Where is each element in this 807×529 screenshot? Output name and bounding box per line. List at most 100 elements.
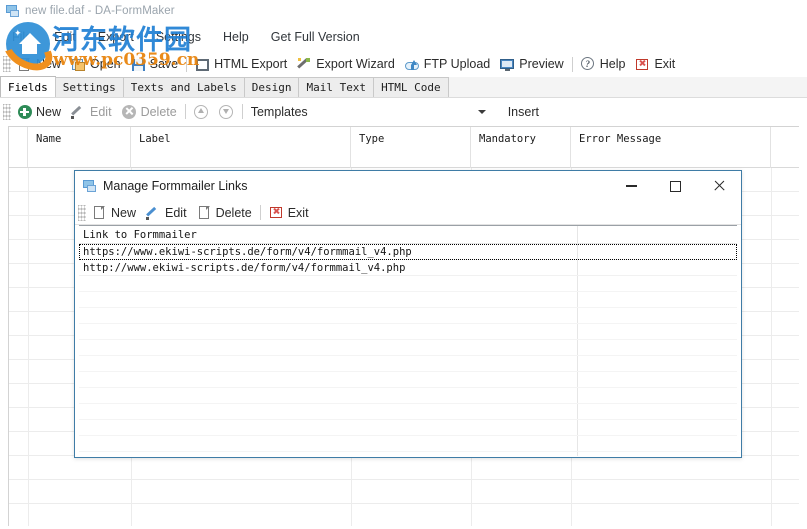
- minimize-button[interactable]: [609, 171, 653, 201]
- application-window: new file.daf - DA-FormMaker File Edit Ex…: [0, 0, 807, 529]
- list-item-empty[interactable]: [79, 420, 737, 436]
- close-button[interactable]: [697, 171, 741, 201]
- list-item-empty[interactable]: [79, 324, 737, 340]
- fields-toolbar-drag-handle[interactable]: [3, 103, 11, 120]
- dialog-delete-button[interactable]: Delete: [192, 203, 257, 222]
- list-item-empty[interactable]: [79, 436, 737, 452]
- list-item-empty[interactable]: [79, 308, 737, 324]
- toolbar-drag-handle[interactable]: [3, 56, 11, 72]
- fields-delete-label: Delete: [140, 104, 177, 119]
- fields-toolbar-separator: [184, 104, 186, 119]
- question-circle-icon: ?: [581, 57, 596, 72]
- menu-item-export[interactable]: Export: [87, 27, 145, 47]
- fields-edit-button[interactable]: Edit: [66, 102, 117, 121]
- dialog-exit-button[interactable]: Exit: [264, 203, 314, 222]
- maximize-icon: [669, 180, 681, 192]
- toolbar-help-label: Help: [599, 57, 626, 71]
- toolbar-help-button[interactable]: ? Help: [576, 55, 631, 74]
- toolbar-save-button[interactable]: Save: [126, 55, 184, 74]
- dialog-toolbar-separator: [259, 205, 261, 220]
- plus-circle-icon: [17, 104, 32, 119]
- toolbar-separator: [186, 56, 188, 72]
- fields-grid-column-label[interactable]: Label: [131, 127, 351, 168]
- list-item-empty[interactable]: [79, 356, 737, 372]
- tab-texts-and-labels[interactable]: Texts and Labels: [122, 77, 245, 97]
- main-tabstrip: Fields Settings Texts and Labels Design …: [0, 76, 807, 98]
- dialog-grid-header: Link to Formmailer: [79, 226, 737, 244]
- dialog-new-label: New: [111, 205, 137, 220]
- fields-grid-column-name[interactable]: Name: [28, 127, 131, 168]
- main-toolbar: New Open Save HTML Export Export Wizard …: [0, 52, 807, 76]
- toolbar-exit-button[interactable]: Exit: [630, 55, 680, 74]
- toolbar-exit-label: Exit: [654, 57, 676, 71]
- fields-grid-row-selector-column: [9, 127, 28, 167]
- fields-templates-dropdown[interactable]: [473, 108, 491, 116]
- dialog-edit-button[interactable]: Edit: [141, 203, 192, 222]
- table-row[interactable]: [9, 456, 799, 480]
- list-item-empty[interactable]: [79, 404, 737, 420]
- arrow-down-circle-icon: [219, 104, 234, 119]
- dialog-edit-label: Edit: [165, 205, 187, 220]
- menu-item-file[interactable]: File: [0, 27, 43, 47]
- fields-new-label: New: [36, 104, 62, 119]
- toolbar-open-button[interactable]: Open: [66, 55, 126, 74]
- table-row[interactable]: [9, 504, 799, 526]
- menu-item-edit[interactable]: Edit: [43, 27, 87, 47]
- arrow-up-circle-icon: [194, 104, 209, 119]
- dialog-grid-column-blank[interactable]: [581, 226, 585, 244]
- fields-new-button[interactable]: New: [12, 102, 66, 121]
- fields-templates-button[interactable]: Templates: [246, 103, 313, 121]
- dialog-new-button[interactable]: New: [87, 203, 141, 222]
- fields-grid-column-type[interactable]: Type: [351, 127, 471, 168]
- floppy-disk-icon: [131, 57, 146, 72]
- list-item-empty[interactable]: [79, 388, 737, 404]
- fields-edit-label: Edit: [90, 104, 112, 119]
- table-row[interactable]: [9, 480, 799, 504]
- window-title: new file.daf - DA-FormMaker: [25, 5, 175, 17]
- dialog-toolbar-drag-handle[interactable]: [78, 204, 86, 221]
- menu-item-get-full-version[interactable]: Get Full Version: [260, 27, 371, 47]
- tab-settings[interactable]: Settings: [54, 77, 124, 97]
- list-item-empty[interactable]: [79, 340, 737, 356]
- toolbar-ftp-upload-label: FTP Upload: [423, 57, 491, 71]
- window-titlebar: new file.daf - DA-FormMaker: [0, 0, 807, 22]
- fields-delete-button[interactable]: Delete: [117, 102, 182, 121]
- fields-insert-button[interactable]: Insert: [503, 103, 544, 121]
- close-icon: [713, 180, 726, 193]
- toolbar-preview-label: Preview: [519, 57, 564, 71]
- fields-grid-column-mandatory[interactable]: Mandatory: [471, 127, 571, 168]
- exit-door-icon: [269, 205, 284, 220]
- tab-html-code[interactable]: HTML Code: [373, 77, 449, 97]
- toolbar-new-button[interactable]: New: [12, 55, 66, 74]
- cloud-upload-icon: [404, 57, 420, 72]
- maximize-button[interactable]: [653, 171, 697, 201]
- dialog-grid-rows: https://www.ekiwi-scripts.de/form/v4/for…: [79, 244, 737, 452]
- toolbar-export-wizard-button[interactable]: Export Wizard: [292, 55, 400, 74]
- toolbar-separator-2: [571, 56, 573, 72]
- list-item-empty[interactable]: [79, 276, 737, 292]
- fields-grid-column-error-message[interactable]: Error Message: [571, 127, 771, 168]
- fields-grid-header: Name Label Type Mandatory Error Message: [9, 127, 799, 168]
- tab-mail-text[interactable]: Mail Text: [298, 77, 375, 97]
- dialog-grid-column-link[interactable]: Link to Formmailer: [79, 226, 197, 244]
- manage-formmailer-links-dialog[interactable]: Manage Formmailer Links New Edit Delete: [74, 170, 742, 458]
- fields-insert-label: Insert: [507, 104, 539, 119]
- fields-move-down-button[interactable]: [214, 102, 239, 121]
- fields-move-up-button[interactable]: [189, 102, 214, 121]
- dialog-delete-label: Delete: [215, 205, 252, 220]
- toolbar-ftp-upload-button[interactable]: FTP Upload: [400, 55, 495, 74]
- toolbar-html-export-button[interactable]: HTML Export: [190, 55, 292, 74]
- list-item[interactable]: https://www.ekiwi-scripts.de/form/v4/for…: [79, 244, 737, 260]
- menu-item-help[interactable]: Help: [212, 27, 260, 47]
- dialog-exit-label: Exit: [287, 205, 309, 220]
- toolbar-preview-button[interactable]: Preview: [495, 55, 568, 74]
- list-item-empty[interactable]: [79, 372, 737, 388]
- list-item-empty[interactable]: [79, 292, 737, 308]
- tab-fields[interactable]: Fields: [0, 76, 56, 97]
- dialog-toolbar: New Edit Delete Exit: [75, 201, 741, 225]
- list-item[interactable]: http://www.ekiwi-scripts.de/form/v4/form…: [79, 260, 737, 276]
- menu-item-settings[interactable]: Settings: [145, 27, 212, 47]
- dialog-title: Manage Formmailer Links: [103, 179, 248, 193]
- dialog-links-grid[interactable]: Link to Formmailer https://www.ekiwi-scr…: [79, 225, 737, 456]
- tab-design[interactable]: Design: [243, 77, 300, 97]
